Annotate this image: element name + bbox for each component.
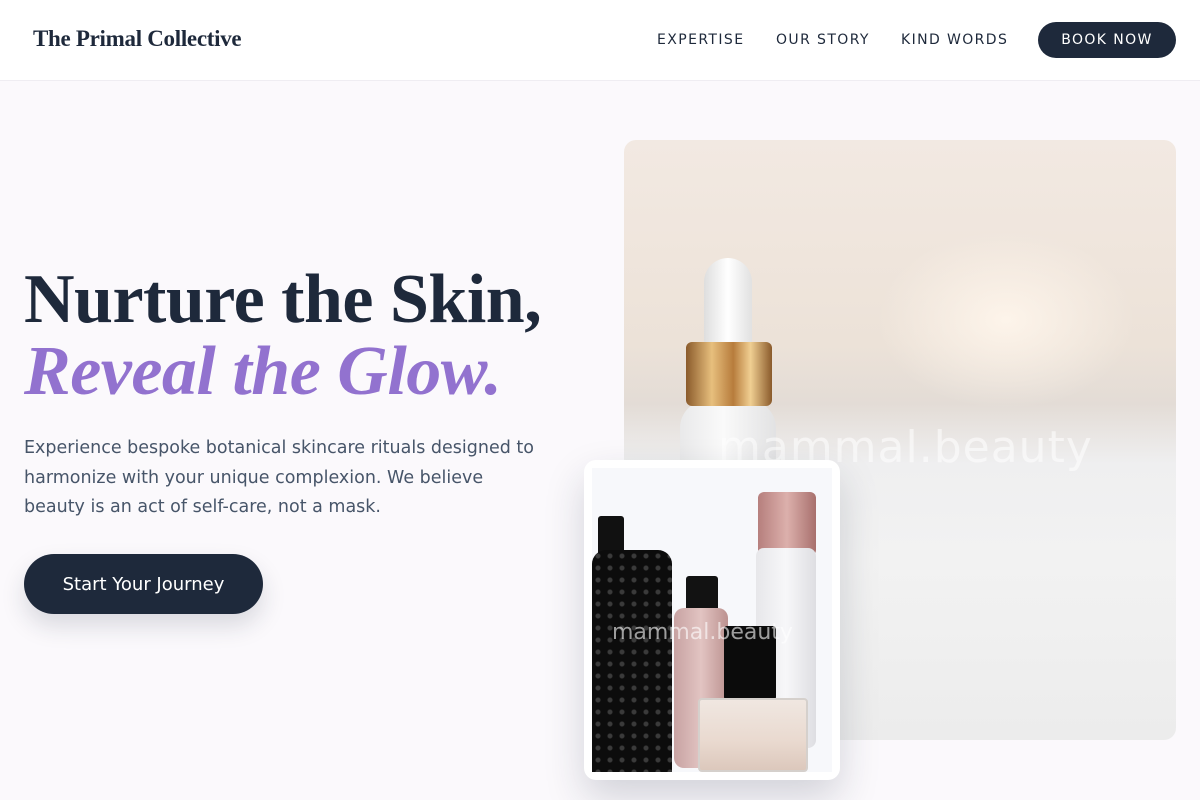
perfume-flacon <box>698 698 808 772</box>
gold-collar <box>686 342 772 406</box>
book-now-button[interactable]: BOOK NOW <box>1038 22 1176 58</box>
black-textured-bottle <box>592 550 672 772</box>
product-image-perfumes: mammal.beauty <box>592 468 832 772</box>
image-light-glow <box>876 230 1136 410</box>
site-header: The Primal Collective EXPERTISE OUR STOR… <box>0 0 1200 81</box>
brand-logo[interactable]: The Primal Collective <box>33 26 242 52</box>
card-watermark: mammal.beauty <box>612 620 793 645</box>
hero-title: Nurture the Skin, Reveal the Glow. <box>24 261 542 410</box>
hero-title-accent: Reveal the Glow. <box>24 333 502 410</box>
nav-link-our-story[interactable]: OUR STORY <box>776 0 870 80</box>
rose-gold-cap <box>758 492 816 556</box>
start-journey-button[interactable]: Start Your Journey <box>24 554 263 614</box>
nav-link-kind-words[interactable]: KIND WORDS <box>901 0 1008 80</box>
nav-link-expertise[interactable]: EXPERTISE <box>657 0 744 80</box>
product-image-card: mammal.beauty <box>584 460 840 780</box>
hero-description: Experience bespoke botanical skincare ri… <box>24 438 534 517</box>
dropper-bulb <box>704 258 752 348</box>
hero-title-line1: Nurture the Skin, <box>24 261 542 338</box>
